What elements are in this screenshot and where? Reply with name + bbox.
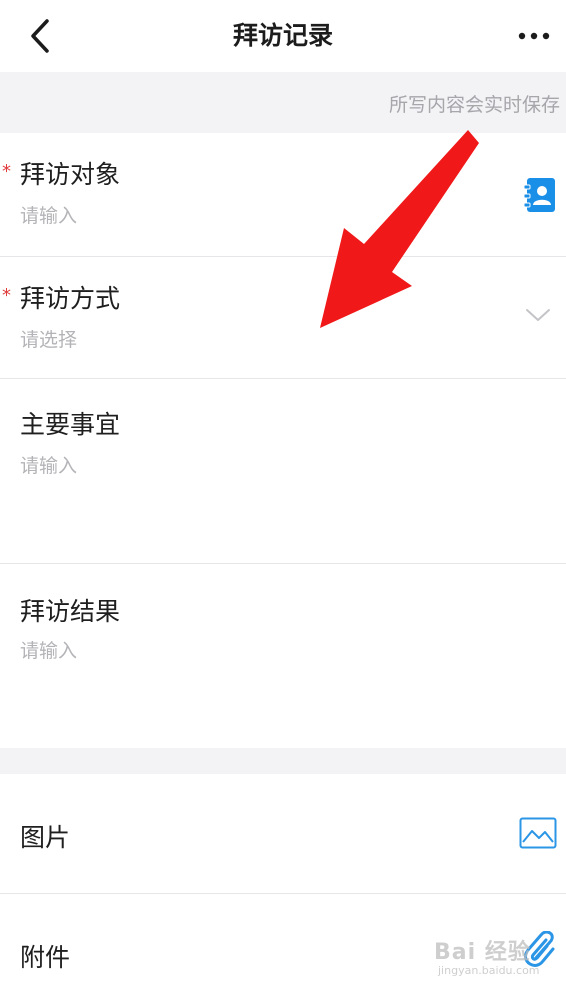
- autosave-notice-bar: 所写内容会实时保存: [0, 72, 566, 133]
- dropdown-toggle[interactable]: [522, 305, 554, 325]
- main-matters-input[interactable]: 请输入: [20, 451, 77, 478]
- attachment-upload-row[interactable]: 附件: [0, 894, 566, 992]
- visit-target-label: 拜访对象: [20, 160, 121, 189]
- visit-method-label: 拜访方式: [20, 284, 121, 313]
- visit-target-input[interactable]: 请输入: [20, 201, 77, 228]
- main-matters-label: 主要事宜: [20, 410, 121, 439]
- image-upload-button[interactable]: [518, 816, 558, 850]
- visit-method-field[interactable]: * 拜访方式 请选择: [0, 257, 566, 379]
- image-icon: [519, 817, 557, 849]
- image-label: 图片: [20, 823, 71, 852]
- attachment-upload-button[interactable]: [522, 930, 558, 968]
- contact-picker-button[interactable]: [522, 175, 558, 215]
- paperclip-icon: [524, 931, 555, 967]
- attachment-label: 附件: [20, 943, 71, 972]
- visit-result-label: 拜访结果: [20, 597, 121, 626]
- back-button[interactable]: [18, 14, 62, 58]
- visit-result-input[interactable]: 请输入: [20, 636, 77, 663]
- contacts-book-icon: [523, 178, 555, 212]
- image-upload-row[interactable]: 图片: [0, 774, 566, 894]
- required-mark: *: [2, 285, 11, 306]
- more-dots-icon: [518, 32, 550, 40]
- chevron-left-icon: [31, 19, 49, 53]
- page-title: 拜访记录: [232, 21, 333, 50]
- required-mark: *: [2, 161, 11, 182]
- main-matters-field[interactable]: 主要事宜 请输入: [0, 379, 566, 564]
- nav-bar: 拜访记录: [0, 0, 566, 72]
- section-gap: [0, 748, 566, 774]
- more-button[interactable]: [510, 14, 558, 58]
- autosave-notice: 所写内容会实时保存: [388, 94, 560, 116]
- chevron-down-icon: [526, 309, 550, 321]
- visit-method-select[interactable]: 请选择: [20, 325, 77, 352]
- visit-target-field[interactable]: * 拜访对象 请输入: [0, 133, 566, 257]
- visit-result-field[interactable]: 拜访结果 请输入: [0, 564, 566, 748]
